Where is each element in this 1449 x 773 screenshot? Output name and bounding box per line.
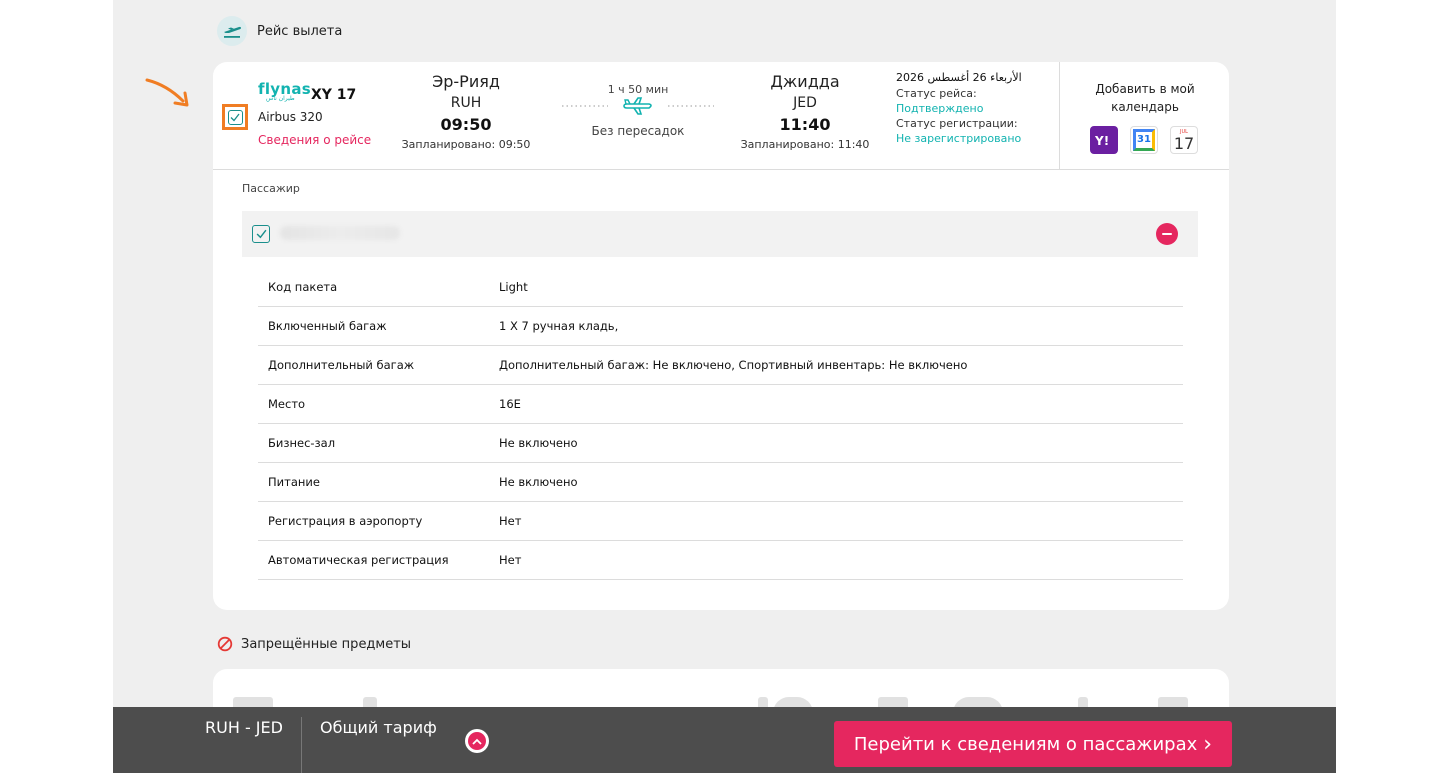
departure-flight-header: Рейс вылета [217,16,342,46]
booking-page: Рейс вылета flynas طيران ناس XY 17 Airbu… [113,0,1336,773]
origin-block: Эр-Рияд RUH 09:50 Запланировано: 09:50 [401,72,531,151]
detail-row: Питание Не включено [258,463,1183,502]
passenger-select-checkbox[interactable] [252,225,270,243]
detail-key: Дополнительный багаж [268,358,415,372]
flight-stops: Без пересадок [591,124,685,138]
origin-scheduled: Запланировано: 09:50 [401,138,531,151]
detail-value: Light [499,280,528,294]
flight-select-checkbox[interactable] [227,109,243,125]
detail-value: 1 X 7 ручная кладь, [499,319,619,333]
apple-calendar-icon[interactable]: JUL 17 [1170,126,1198,154]
departure-icon [217,16,247,46]
detail-row: Автоматическая регистрация Нет [258,541,1183,580]
aircraft-type: Airbus 320 [258,110,323,124]
continue-to-passenger-details-button[interactable]: Перейти к сведениям о пассажирах › [834,721,1232,767]
fare-summary: Общий тариф [320,718,437,737]
add-to-calendar-title: Добавить в мой календарь [1095,82,1195,114]
route-line [558,96,718,124]
detail-row: Дополнительный багаж Дополнительный багаж… [258,346,1183,385]
divider [301,717,302,773]
route-summary: RUH - JED [205,718,283,737]
destination-city: Джидда [770,72,840,91]
flight-details-link[interactable]: Сведения о рейсе [258,133,371,147]
origin-city: Эр-Рияд [432,72,500,91]
detail-key: Включенный багаж [268,319,387,333]
destination-block: Джидда JED 11:40 Запланировано: 11:40 [740,72,870,151]
flight-status-block: الأربعاء 26 أغسطس 2026 Статус рейса: Под… [896,71,1046,145]
detail-value: Нет [499,514,522,528]
flight-status-label: Статус рейса: [896,87,977,100]
yahoo-calendar-icon[interactable]: Y! [1090,126,1118,154]
detail-row: Регистрация в аэропорту Нет [258,502,1183,541]
flight-number: XY 17 [311,87,357,103]
detail-key: Питание [268,475,320,489]
detail-value: Дополнительный багаж: Не включено, Спорт… [499,358,968,372]
flight-duration-block: 1 ч 50 мин Без пересадок [558,83,718,138]
detail-value: Не включено [499,436,578,450]
detail-value: 16E [499,397,521,411]
flight-status-value: Подтверждено [896,102,984,115]
flight-select-annotation-box [222,104,248,130]
detail-key: Бизнес-зал [268,436,336,450]
section-title: Рейс вылета [257,23,343,39]
destination-code: JED [793,95,817,111]
check-icon [256,229,266,239]
svg-text:Y!: Y! [1094,134,1109,147]
detail-row: Место 16E [258,385,1183,424]
calendar-icons: Y! 31 JUL 17 [1090,126,1198,154]
detail-row: Включенный багаж 1 X 7 ручная кладь, [258,307,1183,346]
prohibited-icon [217,636,233,652]
annotation-arrow-icon [145,78,189,107]
google-calendar-day: 31 [1137,134,1151,145]
chevron-up-icon [468,732,486,750]
detail-key: Автоматическая регистрация [268,553,449,567]
collapse-passenger-button[interactable] [1156,223,1178,245]
detail-row: Бизнес-зал Не включено [258,424,1183,463]
detail-key: Регистрация в аэропорту [268,514,423,528]
add-to-calendar: Добавить в мой календарь Y! 31 JUL 17 [1059,62,1229,169]
detail-key: Место [268,397,306,411]
flight-date: الأربعاء 26 أغسطس 2026 [896,71,1022,84]
detail-key: Код пакета [268,280,338,294]
apple-calendar-day: 17 [1173,133,1195,153]
prohibited-items-header: Запрещённые предметы [217,636,411,652]
flight-duration: 1 ч 50 мин [607,83,669,96]
flight-summary-row: flynas طيران ناس XY 17 Airbus 320 Сведен… [213,62,1229,170]
detail-value: Не включено [499,475,578,489]
chevron-right-icon: › [1203,731,1213,757]
continue-button-label: Перейти к сведениям о пассажирах [853,733,1198,755]
prohibited-items-title: Запрещённые предметы [241,636,412,652]
destination-scheduled: Запланировано: 11:40 [740,138,870,151]
checkin-status-label: Статус регистрации: [896,117,1018,130]
flight-select-highlight [222,104,248,130]
origin-time: 09:50 [440,115,492,134]
airline-logo: flynas طيران ناس [258,80,311,102]
detail-value: Нет [499,553,522,567]
checkin-status-value: Не зарегистрировано [896,132,1022,145]
detail-row: Код пакета Light [258,268,1183,307]
plane-icon [623,97,652,115]
google-calendar-icon[interactable]: 31 [1130,126,1158,154]
passenger-section-label: Пассажир [242,182,300,195]
check-icon [230,113,240,121]
passenger-name-redacted [280,226,400,240]
booking-summary-bar: RUH - JED Общий тариф Перейти к сведения… [113,707,1336,773]
expand-summary-button[interactable] [465,729,489,753]
destination-time: 11:40 [779,115,831,134]
passenger-row[interactable] [242,211,1198,257]
passenger-details-table: Код пакета Light Включенный багаж 1 X 7 ру… [258,268,1183,580]
flight-card: flynas طيران ناس XY 17 Airbus 320 Сведен… [213,62,1229,610]
origin-code: RUH [450,95,482,111]
minus-icon [1162,232,1172,236]
